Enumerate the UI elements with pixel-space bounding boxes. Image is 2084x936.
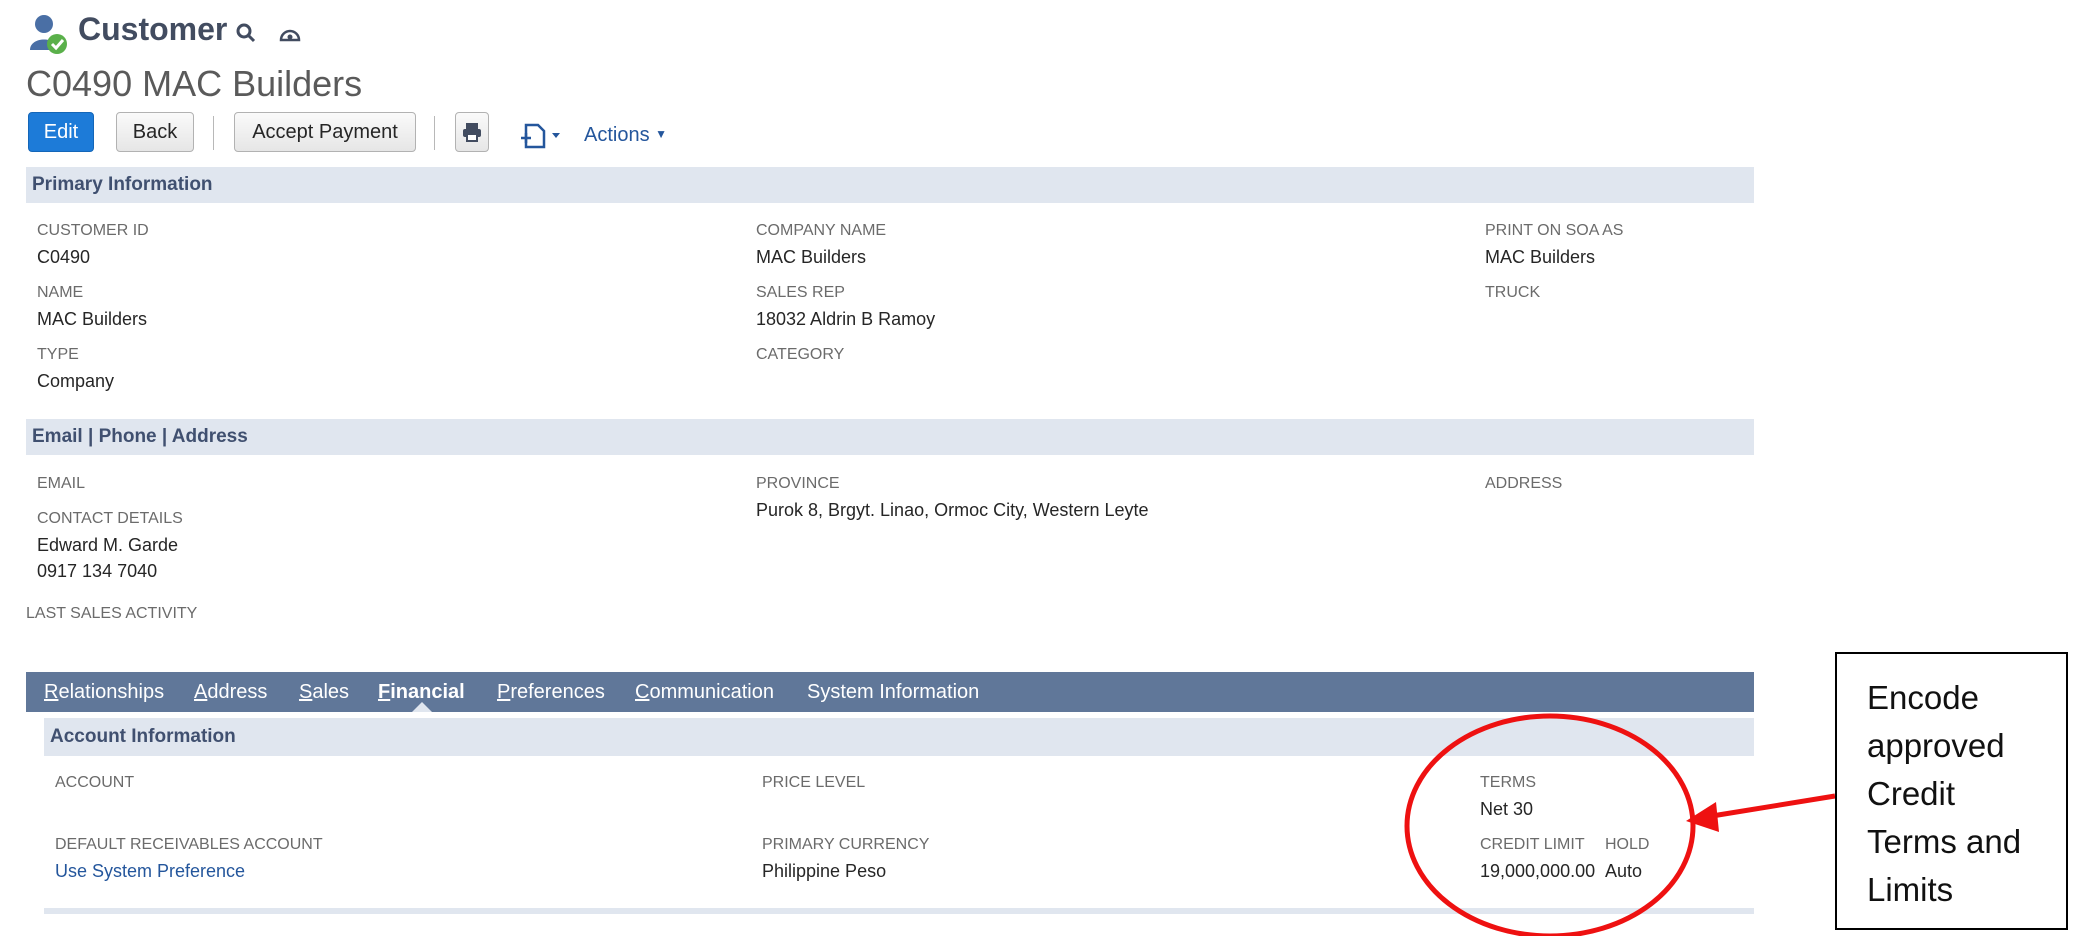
credit-limit-value: 19,000,000.00 [1480,861,1596,881]
dashboard-icon[interactable] [278,22,302,46]
province-label: PROVINCE [756,475,840,492]
contact-name-value: Edward M. Garde [37,535,179,555]
last-sales-activity-label: LAST SALES ACTIVITY [26,605,198,622]
type-value: Company [37,371,115,391]
category-label: CATEGORY [756,346,845,363]
province-value: Purok 8, Brgyt. Linao, Ormoc City, Weste… [756,500,1149,520]
record-title: C0490 MAC Builders [26,63,363,104]
hold-label: HOLD [1605,836,1650,853]
print-on-soa-label: PRINT ON SOA AS [1485,222,1624,239]
print-icon [463,123,481,142]
default-receivables-label: DEFAULT RECEIVABLES ACCOUNT [55,836,323,853]
customer-id-label: CUSTOMER ID [37,222,149,239]
tab-system-information[interactable]: System Information [807,681,979,704]
annotation-line: Terms and [1867,823,2022,860]
tab-address[interactable]: Address [194,681,267,704]
primary-currency-value: Philippine Peso [762,861,887,881]
customer-check-icon [30,15,67,54]
accept-payment-button[interactable]: Accept Payment [234,112,416,152]
company-name-value: MAC Builders [756,247,867,267]
company-name-label: COMPANY NAME [756,222,887,239]
edit-button[interactable]: Edit [28,112,94,152]
account-information-header: Account Information [44,718,1754,756]
default-receivables-link[interactable]: Use System Preference [55,861,245,882]
tab-relationships[interactable]: Relationships [44,681,164,704]
sales-rep-value: 18032 Aldrin B Ramoy [756,309,936,329]
truck-label: TRUCK [1485,284,1541,301]
annotation-line: Limits [1867,871,1954,908]
actions-label: Actions [584,124,650,146]
name-label: NAME [37,284,84,301]
search-icon[interactable] [234,21,258,45]
annotation-arrow-head [1686,802,1719,832]
toolbar-separator [213,116,214,150]
toolbar-separator [434,116,435,150]
primary-currency-label: PRIMARY CURRENCY [762,836,930,853]
tab-financial[interactable]: Financial [378,681,465,704]
annotation-callout: Encode approved Credit Terms and Limits [1835,652,2068,930]
tab-preferences[interactable]: Preferences [497,681,605,704]
section-bottom-border [44,908,1754,914]
print-button[interactable] [455,112,489,152]
actions-menu[interactable]: Actions ▼ [584,124,667,147]
terms-value: Net 30 [1480,799,1534,819]
print-on-soa-value: MAC Builders [1485,247,1596,267]
new-document-icon[interactable] [518,122,566,150]
tab-communication[interactable]: Communication [635,681,774,704]
annotation-line: Credit [1867,775,1956,812]
contact-details-label: CONTACT DETAILS [37,510,183,527]
chevron-down-icon: ▼ [655,127,668,141]
annotation-arrow-line [1711,793,1836,819]
record-type-title: Customer [78,11,228,47]
contact-phone-value: 0917 134 7040 [37,561,158,581]
type-label: TYPE [37,346,79,363]
email-phone-address-header: Email | Phone | Address [26,419,1754,455]
account-label: ACCOUNT [55,774,135,791]
annotation-line: approved [1867,727,2005,764]
tab-sales[interactable]: Sales [299,681,349,704]
email-label: EMAIL [37,475,86,492]
sales-rep-label: SALES REP [756,284,845,301]
price-level-label: PRICE LEVEL [762,774,866,791]
customer-id-value: C0490 [37,247,91,267]
address-label: ADDRESS [1485,475,1563,492]
name-value: MAC Builders [37,309,148,329]
primary-information-header: Primary Information [26,167,1754,203]
hold-value: Auto [1605,861,1643,881]
credit-limit-label: CREDIT LIMIT [1480,836,1585,853]
active-tab-indicator [412,702,432,712]
terms-label: TERMS [1480,774,1536,791]
annotation-line: Encode [1867,679,1979,716]
back-button[interactable]: Back [116,112,194,152]
